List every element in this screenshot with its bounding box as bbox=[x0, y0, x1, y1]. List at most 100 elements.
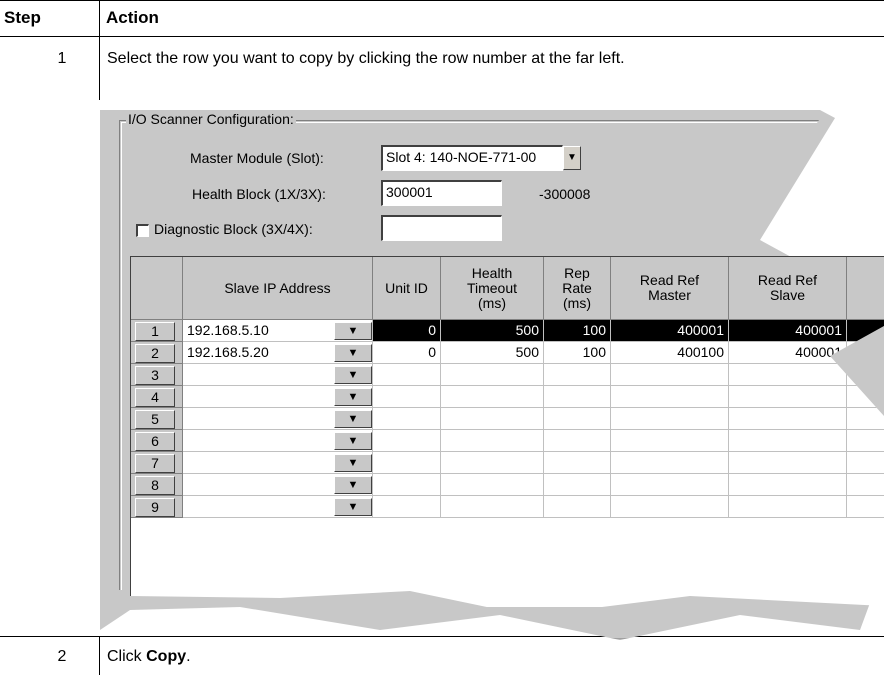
cell-next[interactable] bbox=[847, 430, 884, 452]
cell-unit[interactable] bbox=[373, 452, 441, 474]
chevron-down-icon: ▼ bbox=[347, 391, 359, 403]
cell-rate[interactable] bbox=[544, 430, 611, 452]
master-module-label: Master Module (Slot): bbox=[190, 150, 324, 166]
col-header-read-ref-master[interactable]: Read Ref Master bbox=[611, 257, 729, 320]
cell-timeout[interactable] bbox=[441, 408, 544, 430]
cell-timeout[interactable]: 500 bbox=[441, 320, 544, 342]
ip-dropdown-button[interactable]: ▼ bbox=[334, 322, 372, 340]
cell-master[interactable] bbox=[611, 408, 729, 430]
cell-rate[interactable] bbox=[544, 364, 611, 386]
step-2-number: 2 bbox=[57, 648, 67, 665]
ip-dropdown-button[interactable]: ▼ bbox=[334, 410, 372, 428]
cell-rate[interactable]: 100 bbox=[544, 342, 611, 364]
chevron-down-icon: ▼ bbox=[347, 479, 359, 491]
cell-slave[interactable] bbox=[729, 430, 847, 452]
cell-master[interactable] bbox=[611, 452, 729, 474]
cell-timeout[interactable] bbox=[441, 452, 544, 474]
row-number-button[interactable]: 4 bbox=[131, 386, 183, 408]
row-number-button[interactable]: 5 bbox=[131, 408, 183, 430]
cell-timeout[interactable] bbox=[441, 496, 544, 518]
cell-master[interactable] bbox=[611, 386, 729, 408]
table-header-divider bbox=[0, 36, 884, 37]
cell-slave[interactable] bbox=[729, 386, 847, 408]
cell-master[interactable] bbox=[611, 496, 729, 518]
cell-next[interactable] bbox=[847, 496, 884, 518]
ip-dropdown-button[interactable]: ▼ bbox=[334, 344, 372, 362]
cell-rate[interactable]: 100 bbox=[544, 320, 611, 342]
row-number-button[interactable]: 2 bbox=[131, 342, 183, 364]
row-number-button[interactable]: 3 bbox=[131, 364, 183, 386]
col-header-read-ref-slave[interactable]: Read Ref Slave bbox=[729, 257, 847, 320]
diagnostic-block-input[interactable] bbox=[381, 215, 502, 241]
cell-timeout[interactable] bbox=[441, 386, 544, 408]
cell-slave[interactable] bbox=[729, 408, 847, 430]
row-number-label: 6 bbox=[135, 432, 175, 451]
cell-unit[interactable] bbox=[373, 474, 441, 496]
cell-next[interactable] bbox=[847, 408, 884, 430]
cell-timeout[interactable] bbox=[441, 474, 544, 496]
cell-master[interactable]: 400001 bbox=[611, 320, 729, 342]
table-row[interactable]: 7 ▼ bbox=[131, 452, 884, 474]
cell-rate[interactable] bbox=[544, 386, 611, 408]
col-header-rep-rate-text: Rep Rate (ms) bbox=[562, 264, 592, 311]
table-row[interactable]: 3 ▼ bbox=[131, 364, 884, 386]
table-row[interactable]: 6 ▼ bbox=[131, 430, 884, 452]
ip-dropdown-button[interactable]: ▼ bbox=[334, 432, 372, 450]
cell-rate[interactable] bbox=[544, 452, 611, 474]
col-header-slave-ip[interactable]: Slave IP Address bbox=[183, 257, 373, 320]
cell-rate[interactable] bbox=[544, 408, 611, 430]
cell-next[interactable] bbox=[847, 452, 884, 474]
health-block-label: Health Block (1X/3X): bbox=[192, 186, 326, 202]
table-row[interactable]: 5 ▼ bbox=[131, 408, 884, 430]
header-step: Step bbox=[4, 8, 41, 27]
step-2-text: Click Copy. bbox=[107, 648, 191, 666]
table-top-border bbox=[0, 0, 884, 1]
cell-unit[interactable]: 0 bbox=[373, 342, 441, 364]
master-module-select[interactable]: Slot 4: 140-NOE-771-00 bbox=[381, 145, 563, 171]
cell-slave[interactable] bbox=[729, 364, 847, 386]
row-number-button[interactable]: 7 bbox=[131, 452, 183, 474]
table-row[interactable]: 2 192.168.5.20 0 500 100 400100 400001 ▼ bbox=[131, 342, 884, 364]
row-number-button[interactable]: 1 bbox=[131, 320, 183, 342]
cell-unit[interactable]: 0 bbox=[373, 320, 441, 342]
cell-timeout[interactable]: 500 bbox=[441, 342, 544, 364]
cell-master[interactable] bbox=[611, 364, 729, 386]
cell-slave[interactable] bbox=[729, 452, 847, 474]
cell-unit[interactable] bbox=[373, 386, 441, 408]
cell-slave[interactable]: 400001 bbox=[729, 320, 847, 342]
table-row[interactable]: 9 ▼ bbox=[131, 496, 884, 518]
row-number-button[interactable]: 9 bbox=[131, 496, 183, 518]
cell-master[interactable] bbox=[611, 430, 729, 452]
cell-master[interactable]: 400100 bbox=[611, 342, 729, 364]
row-number-button[interactable]: 8 bbox=[131, 474, 183, 496]
col-header-unit-id[interactable]: Unit ID bbox=[373, 257, 441, 320]
table-row[interactable]: 1 192.168.5.10 0 500 100 400001 400001 ▼ bbox=[131, 320, 884, 342]
ip-dropdown-button[interactable]: ▼ bbox=[334, 454, 372, 472]
cell-slave[interactable] bbox=[729, 474, 847, 496]
cell-timeout[interactable] bbox=[441, 430, 544, 452]
cell-timeout[interactable] bbox=[441, 364, 544, 386]
row-number-button[interactable]: 6 bbox=[131, 430, 183, 452]
cell-unit[interactable] bbox=[373, 430, 441, 452]
cell-unit[interactable] bbox=[373, 408, 441, 430]
table-row[interactable]: 8 ▼ bbox=[131, 474, 884, 496]
diagnostic-block-checkbox[interactable] bbox=[136, 224, 149, 237]
col-header-health-timeout[interactable]: Health Timeout (ms) bbox=[441, 257, 544, 320]
ip-dropdown-button[interactable]: ▼ bbox=[334, 498, 372, 516]
cell-slave[interactable]: 400001 bbox=[729, 342, 847, 364]
ip-dropdown-button[interactable]: ▼ bbox=[334, 476, 372, 494]
col-header-read-ref-slave-text: Read Ref Slave bbox=[757, 272, 818, 303]
cell-slave[interactable] bbox=[729, 496, 847, 518]
ip-dropdown-button[interactable]: ▼ bbox=[334, 388, 372, 406]
ip-dropdown-button[interactable]: ▼ bbox=[334, 366, 372, 384]
cell-unit[interactable] bbox=[373, 496, 441, 518]
col-header-rep-rate[interactable]: Rep Rate (ms) bbox=[544, 257, 611, 320]
cell-rate[interactable] bbox=[544, 474, 611, 496]
cell-unit[interactable] bbox=[373, 364, 441, 386]
table-row[interactable]: 4 ▼ bbox=[131, 386, 884, 408]
cell-master[interactable] bbox=[611, 474, 729, 496]
cell-next[interactable] bbox=[847, 474, 884, 496]
master-module-dropdown-button[interactable]: ▼ bbox=[563, 146, 581, 170]
cell-rate[interactable] bbox=[544, 496, 611, 518]
health-block-input[interactable]: 300001 bbox=[381, 180, 502, 206]
